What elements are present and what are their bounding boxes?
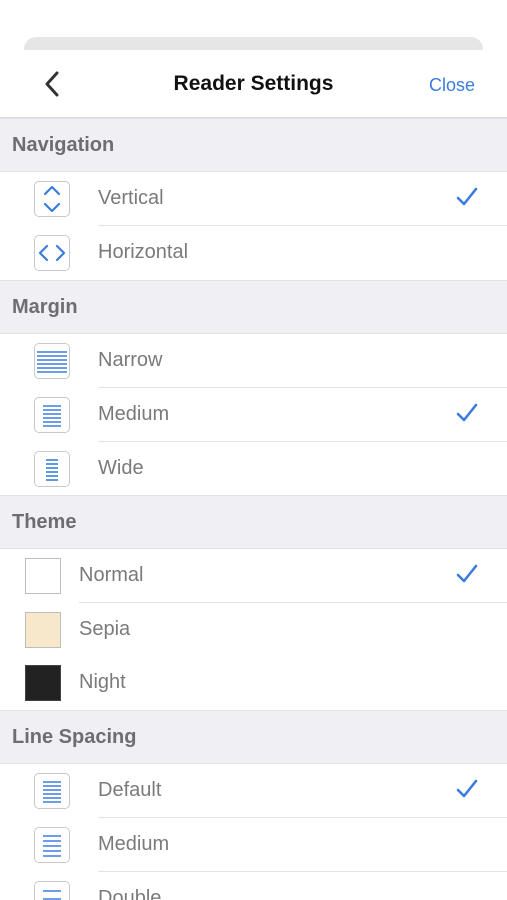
option-label: Default bbox=[98, 779, 162, 801]
spacing-default-icon bbox=[34, 773, 70, 809]
option-row-vertical[interactable]: Vertical bbox=[0, 172, 507, 226]
section-title: Navigation bbox=[12, 134, 115, 156]
margin-wide-icon bbox=[34, 451, 70, 487]
option-label: Night bbox=[79, 671, 126, 693]
option-label: Narrow bbox=[98, 349, 163, 371]
section-header-line-spacing: Line Spacing bbox=[0, 710, 507, 764]
section-title: Theme bbox=[12, 511, 77, 533]
option-row-sepia[interactable]: Sepia bbox=[0, 603, 507, 657]
option-label: Wide bbox=[98, 457, 144, 479]
option-row-horizontal[interactable]: Horizontal bbox=[0, 226, 507, 280]
option-row-night[interactable]: Night bbox=[0, 656, 507, 710]
vertical-arrows-icon bbox=[34, 181, 70, 217]
option-label: Normal bbox=[79, 564, 144, 586]
option-label: Medium bbox=[98, 403, 170, 425]
section-header-navigation: Navigation bbox=[0, 118, 507, 172]
margin-narrow-icon bbox=[34, 343, 70, 379]
theme-sepia-swatch bbox=[25, 612, 61, 648]
option-row-normal[interactable]: Normal bbox=[0, 549, 507, 603]
option-label: Sepia bbox=[79, 618, 131, 640]
option-label: Horizontal bbox=[98, 241, 189, 263]
margin-medium-icon bbox=[34, 397, 70, 433]
checkmark-icon bbox=[456, 403, 478, 422]
navigation-bar: Reader Settings Close bbox=[0, 50, 507, 118]
section-header-theme: Theme bbox=[0, 495, 507, 549]
option-row-wide[interactable]: Wide bbox=[0, 442, 507, 496]
theme-night-swatch bbox=[25, 665, 61, 701]
option-row-narrow[interactable]: Narrow bbox=[0, 334, 507, 388]
checkmark-icon bbox=[456, 564, 478, 583]
close-button[interactable]: Close bbox=[429, 75, 475, 96]
theme-normal-swatch bbox=[25, 558, 61, 594]
sheet-top-area bbox=[0, 0, 507, 59]
option-row-spacing-default[interactable]: Default bbox=[0, 764, 507, 818]
checkmark-icon bbox=[456, 187, 478, 206]
spacing-medium-icon bbox=[34, 827, 70, 863]
option-row-spacing-medium[interactable]: Medium bbox=[0, 818, 507, 872]
section-title: Line Spacing bbox=[12, 726, 137, 748]
spacing-double-icon bbox=[34, 881, 70, 900]
horizontal-arrows-icon bbox=[34, 235, 70, 271]
option-row-margin-medium[interactable]: Medium bbox=[0, 388, 507, 442]
checkmark-icon bbox=[456, 779, 478, 798]
option-label: Medium bbox=[98, 833, 170, 855]
option-label: Vertical bbox=[98, 187, 164, 209]
section-header-margin: Margin bbox=[0, 280, 507, 334]
option-row-spacing-double[interactable]: Double bbox=[0, 872, 507, 900]
section-title: Margin bbox=[12, 296, 78, 318]
option-label: Double bbox=[98, 887, 162, 900]
